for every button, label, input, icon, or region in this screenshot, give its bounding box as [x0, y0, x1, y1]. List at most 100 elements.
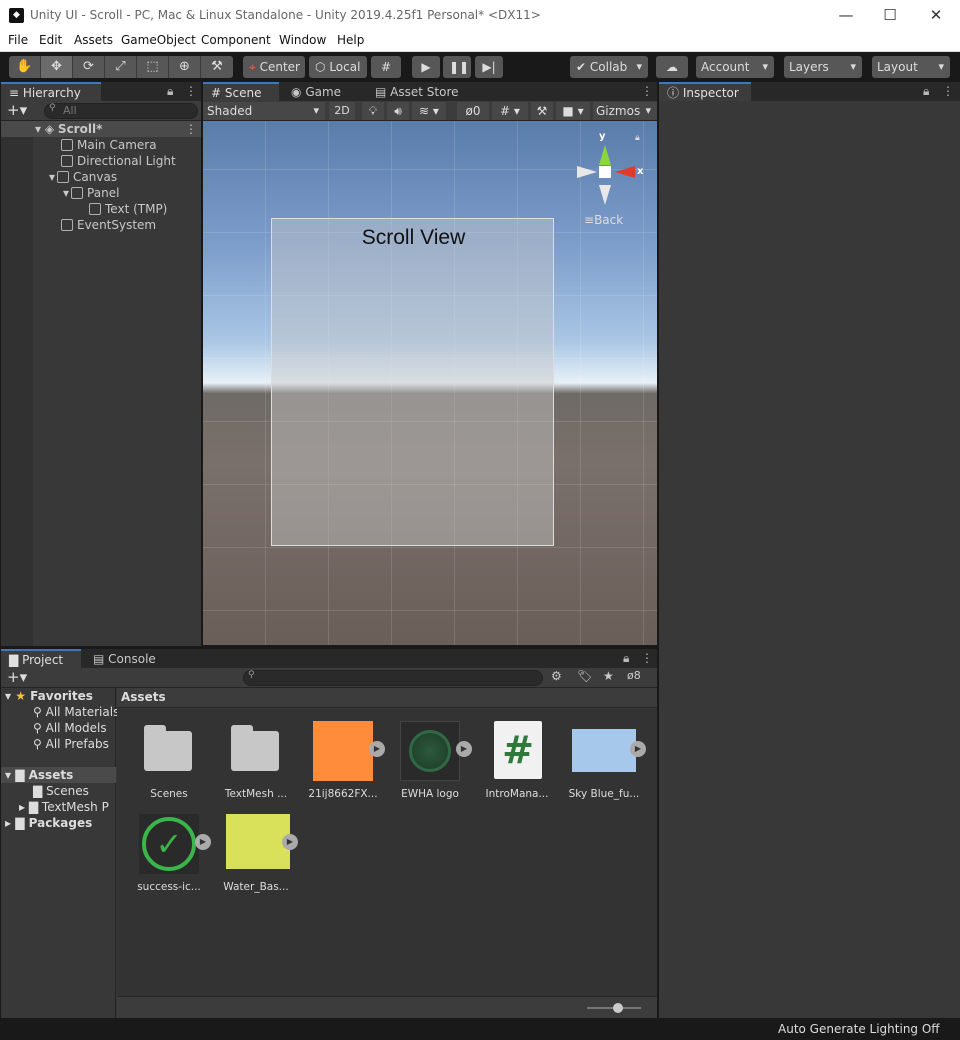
collab-dropdown[interactable]: ✔ Collab	[570, 56, 648, 78]
snap-grid-button[interactable]: #	[371, 56, 401, 78]
tree-all-materials[interactable]: ⚲ All Materials	[33, 704, 119, 720]
asset-orange-image[interactable]: ▶ 21ij8662FX...	[303, 719, 385, 800]
rect-tool-button[interactable]: ⬚	[137, 56, 169, 78]
tab-inspector[interactable]: ⓘ Inspector	[659, 82, 751, 102]
asset-scenes-folder[interactable]: Scenes	[129, 719, 209, 800]
favorite-star-icon[interactable]: ★	[603, 669, 614, 683]
hierarchy-item-text-tmp[interactable]: Text (TMP)	[89, 201, 167, 217]
hierarchy-item-canvas[interactable]: ▾ Canvas	[49, 169, 117, 185]
hierarchy-item-eventsystem[interactable]: EventSystem	[61, 217, 156, 233]
expand-play-icon[interactable]: ▶	[630, 741, 646, 757]
gizmos-dropdown[interactable]: Gizmos	[593, 102, 657, 120]
maximize-button[interactable]: ☐	[870, 4, 910, 26]
shading-mode-dropdown[interactable]: Shaded	[203, 102, 325, 120]
lock-icon[interactable]: 🔒︎	[167, 84, 173, 99]
tree-all-models[interactable]: ⚲ All Models	[33, 720, 107, 736]
menu-help[interactable]: Help	[337, 33, 364, 47]
tree-packages[interactable]: ▸ ▇ Packages	[5, 815, 92, 831]
scroll-view-text[interactable]: Scroll View	[272, 226, 555, 250]
zoom-slider-thumb[interactable]	[613, 1003, 623, 1013]
expand-play-icon[interactable]: ▶	[195, 834, 211, 850]
menu-edit[interactable]: Edit	[39, 33, 62, 47]
project-create-button[interactable]: +▾	[7, 668, 27, 686]
tree-textmesh[interactable]: ▸ ▇ TextMesh P	[19, 799, 116, 815]
inspector-lock-icon[interactable]: 🔒︎	[923, 84, 929, 99]
step-button[interactable]: ▶|	[475, 56, 503, 78]
asset-intro-manager-script[interactable]: # IntroMana...	[477, 719, 557, 800]
lighting-toggle[interactable]: 💡︎	[362, 102, 384, 120]
tree-favorites[interactable]: ▾ ★ Favorites	[5, 688, 93, 704]
tab-game[interactable]: ◉ Game	[283, 82, 363, 102]
neg-y-axis-cone-icon[interactable]	[599, 185, 611, 205]
cloud-button[interactable]: ☁	[656, 56, 688, 78]
rotate-tool-button[interactable]: ⟳	[73, 56, 105, 78]
asset-success-icon[interactable]: ✓ ▶ success-ic...	[129, 812, 211, 893]
breadcrumb[interactable]: Assets	[117, 688, 657, 708]
hierarchy-search-input[interactable]: All	[44, 103, 198, 119]
scene-row-scroll[interactable]: ▾ ◈ Scroll* ⋮	[1, 121, 201, 137]
project-kebab-icon[interactable]: ⋮	[641, 651, 653, 665]
hierarchy-item-main-camera[interactable]: Main Camera	[61, 137, 157, 153]
2d-toggle[interactable]: 2D	[329, 102, 355, 120]
tree-scenes[interactable]: ▇ Scenes	[33, 783, 89, 799]
expand-play-icon[interactable]: ▶	[282, 834, 298, 850]
pivot-space-button[interactable]: ⬡ Local	[309, 56, 367, 78]
menu-component[interactable]: Component	[201, 33, 271, 47]
asset-water-image[interactable]: ▶ Water_Bas...	[216, 812, 298, 893]
view-back-label[interactable]: ≡Back	[584, 213, 623, 227]
project-search-input[interactable]	[243, 670, 543, 686]
expand-play-icon[interactable]: ▶	[456, 741, 472, 757]
kebab-menu-icon[interactable]: ⋮	[185, 84, 197, 98]
tree-assets[interactable]: ▾ ▇ Assets	[1, 767, 116, 783]
menu-window[interactable]: Window	[279, 33, 326, 47]
camera-settings-dropdown[interactable]: ■ ▾	[556, 102, 590, 120]
gizmo-lock-icon[interactable]: 🔒︎	[635, 133, 640, 143]
tab-project[interactable]: ▇ Project	[1, 649, 81, 669]
tab-scene[interactable]: # Scene	[203, 82, 279, 102]
hidden-objects-toggle[interactable]: ø0	[457, 102, 489, 120]
expand-play-icon[interactable]: ▶	[369, 741, 385, 757]
hidden-packages-toggle[interactable]: ø8	[627, 669, 641, 682]
label-tag-icon[interactable]: 🏷︎	[577, 669, 592, 683]
account-dropdown[interactable]: Account	[696, 56, 774, 78]
tab-hierarchy[interactable]: ≡ Hierarchy	[1, 82, 101, 102]
transform-tool-button[interactable]: ⊕	[169, 56, 201, 78]
scene-menu-icon[interactable]: ⋮	[185, 121, 197, 137]
menu-file[interactable]: File	[8, 33, 28, 47]
audio-toggle[interactable]: 🔊︎	[387, 102, 409, 120]
pivot-center-button[interactable]: ⌖ Center	[243, 56, 305, 78]
asset-textmesh-folder[interactable]: TextMesh ...	[216, 719, 296, 800]
layers-dropdown[interactable]: Layers	[784, 56, 862, 78]
pause-button[interactable]: ❚❚	[443, 56, 471, 78]
tab-asset-store[interactable]: ▤ Asset Store	[367, 82, 477, 102]
layout-dropdown[interactable]: Layout	[872, 56, 950, 78]
y-axis-cone-icon[interactable]	[599, 145, 611, 165]
close-button[interactable]: ✕	[916, 4, 956, 26]
tools-button[interactable]: ⚒	[531, 102, 553, 120]
hierarchy-item-panel[interactable]: ▾ Panel	[63, 185, 119, 201]
play-button[interactable]: ▶	[412, 56, 440, 78]
lighting-status-text[interactable]: Auto Generate Lighting Off	[778, 1022, 940, 1036]
scene-viewport[interactable]: Scroll View y x 🔒︎ ≡Back	[203, 121, 657, 645]
scene-kebab-icon[interactable]: ⋮	[641, 84, 653, 98]
minimize-button[interactable]: —	[826, 4, 866, 26]
scale-tool-button[interactable]: ⤢	[105, 56, 137, 78]
menu-assets[interactable]: Assets	[74, 33, 113, 47]
project-lock-icon[interactable]: 🔒︎	[623, 651, 629, 666]
scene-orientation-gizmo[interactable]: y x 🔒︎	[575, 129, 645, 209]
filter-type-icon[interactable]: ⚙	[551, 669, 562, 683]
hand-tool-button[interactable]: ✋	[9, 56, 41, 78]
create-add-button[interactable]: +▾	[7, 101, 27, 119]
inspector-kebab-icon[interactable]: ⋮	[942, 84, 954, 98]
move-tool-button[interactable]: ✥	[41, 56, 73, 78]
custom-tool-button[interactable]: ⚒	[201, 56, 233, 78]
tab-console[interactable]: ▤ Console	[85, 649, 165, 669]
hierarchy-item-directional-light[interactable]: Directional Light	[61, 153, 176, 169]
effects-dropdown[interactable]: ≋ ▾	[412, 102, 446, 120]
x-axis-cone-icon[interactable]	[615, 166, 635, 178]
center-cube-icon[interactable]	[599, 166, 611, 178]
ui-panel-rect[interactable]: Scroll View	[271, 218, 554, 546]
grid-toggle-dropdown[interactable]: # ▾	[492, 102, 528, 120]
asset-ewha-logo[interactable]: ▶ EWHA logo	[390, 719, 472, 800]
asset-sky-blue-image[interactable]: ▶ Sky Blue_fu...	[564, 719, 646, 800]
